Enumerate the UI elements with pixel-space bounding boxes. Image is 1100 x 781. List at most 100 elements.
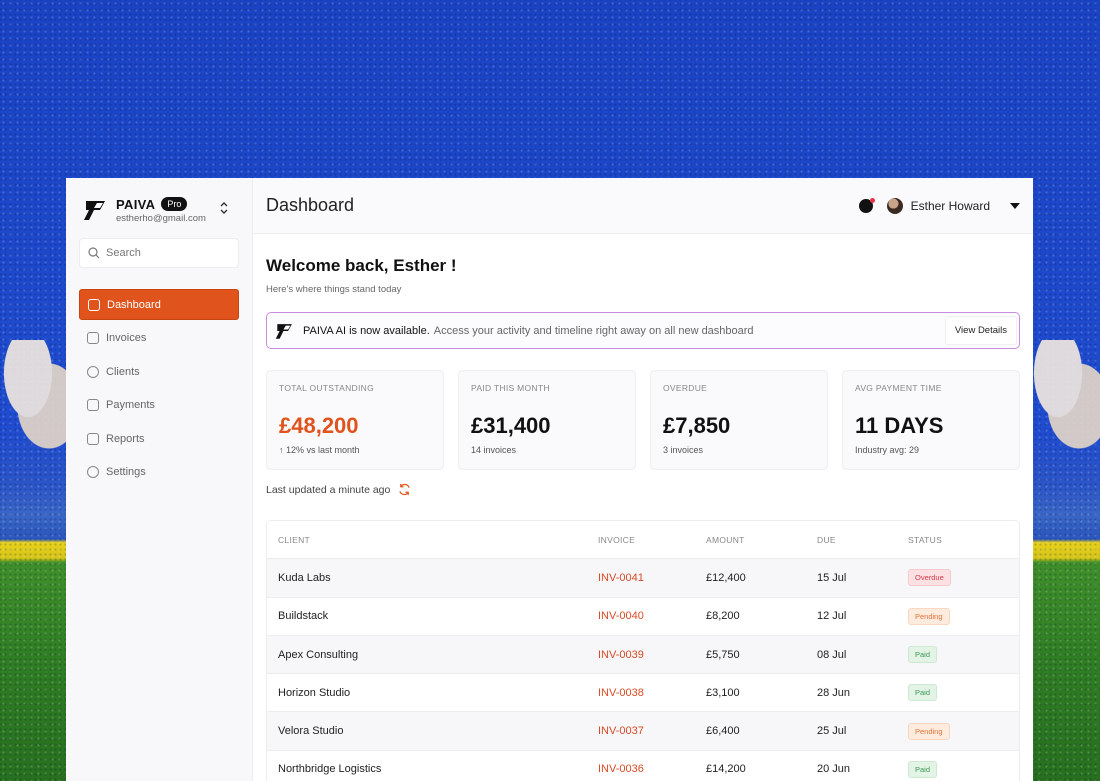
cell-due: 08 Jul: [817, 648, 847, 661]
topbar: Dashboard Esther Howard: [253, 178, 1033, 234]
sidebar-item-invoices[interactable]: Invoices: [79, 323, 239, 354]
invoice-icon: [87, 332, 99, 344]
sidebar-item-label: Reports: [106, 432, 145, 445]
sidebar-item-settings[interactable]: Settings: [79, 457, 239, 488]
chevron-down-icon[interactable]: [1010, 202, 1020, 209]
app-window: PAIVA Pro estherho@gmail.com Dashboard: [66, 178, 1033, 781]
column-header-invoice[interactable]: INVOICE: [598, 535, 706, 545]
table-row[interactable]: Horizon Studio INV-0038 £3,100 28 Jun Pa…: [267, 674, 1019, 713]
welcome-subtitle: Here's where things stand today: [266, 284, 402, 295]
cell-status: Paid: [908, 760, 1008, 778]
stat-card-total-outstanding: TOTAL OUTSTANDING £48,200 ↑ 12% vs last …: [266, 370, 444, 470]
status-badge: Overdue: [908, 569, 951, 587]
invoices-table: CLIENT INVOICE AMOUNT DUE STATUS Kuda La…: [266, 520, 1020, 781]
cell-amount: £8,200: [706, 610, 740, 623]
cell-client: Buildstack: [278, 610, 329, 623]
dashboard-content: Welcome back, Esther ! Here's where thin…: [253, 256, 1033, 781]
stat-value: £31,400: [471, 413, 551, 438]
table-row[interactable]: Kuda Labs INV-0041 £12,400 15 Jul Overdu…: [267, 559, 1019, 598]
banner-description: Access your activity and timeline right …: [433, 324, 754, 337]
column-header-client[interactable]: CLIENT: [267, 535, 598, 545]
cell-amount: £5,750: [706, 648, 740, 661]
column-header-due[interactable]: DUE: [817, 535, 908, 545]
main-area: Dashboard Esther Howard Welcome back, Es…: [253, 178, 1033, 781]
cell-invoice-link[interactable]: INV-0039: [598, 649, 706, 661]
banner-title: PAIVA AI is now available.: [303, 324, 430, 337]
stat-value: £7,850: [663, 413, 731, 438]
column-header-status[interactable]: STATUS: [908, 535, 1008, 545]
cell-client: Kuda Labs: [278, 571, 331, 584]
paiva-logo-icon: [275, 323, 292, 339]
wallet-icon: [87, 399, 99, 411]
table-row[interactable]: Buildstack INV-0040 £8,200 12 Jul Pendin…: [267, 598, 1019, 636]
sidebar-item-label: Invoices: [106, 332, 147, 344]
chevron-up-down-icon[interactable]: [217, 201, 231, 219]
stat-card-paid-this-month: PAID THIS MONTH £31,400 14 invoices: [458, 370, 636, 470]
stat-sub: ↑ 12% vs last month: [279, 445, 360, 455]
table-row[interactable]: Apex Consulting INV-0039 £5,750 08 Jul P…: [267, 635, 1019, 675]
cell-invoice-link[interactable]: INV-0037: [598, 725, 706, 737]
avatar[interactable]: [886, 197, 903, 214]
user-name[interactable]: Esther Howard: [911, 199, 990, 213]
paiva-logo-icon: [84, 201, 105, 220]
cell-due: 20 Jun: [817, 763, 851, 776]
sidebar-item-label: Clients: [106, 365, 140, 378]
workspace-switcher[interactable]: PAIVA Pro estherho@gmail.com: [79, 178, 239, 242]
cell-status: Paid: [908, 684, 1008, 702]
stat-value: 11 DAYS: [855, 413, 944, 438]
stat-sub: 14 invoices: [471, 445, 517, 455]
cell-amount: £6,400: [706, 725, 740, 738]
cell-status: Overdue: [908, 569, 1008, 587]
background-mountains-left: [0, 340, 70, 450]
cell-invoice-link[interactable]: INV-0040: [598, 610, 706, 622]
cell-amount: £12,400: [706, 571, 746, 584]
cell-invoice-link[interactable]: INV-0036: [598, 763, 706, 775]
sidebar-item-label: Settings: [106, 466, 146, 478]
sidebar-item-clients[interactable]: Clients: [79, 356, 239, 387]
stat-sub: Industry avg: 29: [855, 445, 920, 455]
sidebar-item-label: Dashboard: [107, 298, 161, 311]
table-row[interactable]: Velora Studio INV-0037 £6,400 25 Jul Pen…: [267, 712, 1019, 751]
brand-name: PAIVA: [116, 196, 156, 212]
cell-status: Pending: [908, 722, 1008, 740]
stat-sub: 3 invoices: [663, 445, 704, 455]
ai-announcement-banner: PAIVA AI is now available. Access your a…: [266, 312, 1020, 349]
search-box[interactable]: [79, 238, 239, 268]
stat-card-avg-payment-time: AVG PAYMENT TIME 11 DAYS Industry avg: 2…: [842, 370, 1020, 470]
status-badge: Paid: [908, 684, 938, 702]
view-details-button[interactable]: View Details: [944, 316, 1017, 345]
column-header-amount[interactable]: AMOUNT: [706, 535, 817, 545]
cell-invoice-link[interactable]: INV-0041: [598, 572, 706, 584]
stat-label: TOTAL OUTSTANDING: [279, 383, 374, 393]
cell-amount: £14,200: [706, 763, 746, 776]
stat-label: AVG PAYMENT TIME: [855, 383, 942, 393]
sidebar-item-dashboard[interactable]: Dashboard: [79, 289, 239, 320]
notification-bell-icon[interactable]: [858, 197, 875, 213]
status-badge: Pending: [908, 607, 950, 625]
search-icon: [88, 247, 100, 259]
cell-client: Northbridge Logistics: [278, 763, 382, 776]
cell-amount: £3,100: [706, 686, 740, 699]
gear-icon: [87, 466, 99, 478]
cell-due: 28 Jun: [817, 686, 851, 699]
account-email: estherho@gmail.com: [116, 212, 206, 224]
cell-due: 15 Jul: [817, 571, 847, 584]
stats-cards: TOTAL OUTSTANDING £48,200 ↑ 12% vs last …: [266, 370, 1020, 470]
welcome-title: Welcome back, Esther !: [266, 256, 457, 275]
cell-client: Apex Consulting: [278, 648, 359, 661]
sidebar: PAIVA Pro estherho@gmail.com Dashboard: [66, 178, 253, 781]
cell-invoice-link[interactable]: INV-0038: [598, 687, 706, 699]
table-row[interactable]: Northbridge Logistics INV-0036 £14,200 2…: [267, 751, 1019, 781]
brand-text: PAIVA Pro estherho@gmail.com: [116, 197, 206, 224]
sidebar-item-label: Payments: [106, 399, 155, 411]
search-input[interactable]: [106, 247, 226, 259]
refresh-icon[interactable]: [398, 483, 411, 496]
sidebar-item-payments[interactable]: Payments: [79, 390, 239, 421]
status-badge: Paid: [908, 646, 938, 664]
cell-status: Pending: [908, 607, 1008, 625]
last-updated: Last updated a minute ago: [266, 483, 1020, 496]
cell-status: Paid: [908, 646, 1008, 664]
users-icon: [87, 365, 99, 378]
sidebar-item-reports[interactable]: Reports: [79, 423, 239, 454]
background-mountains-right: [1030, 340, 1100, 450]
